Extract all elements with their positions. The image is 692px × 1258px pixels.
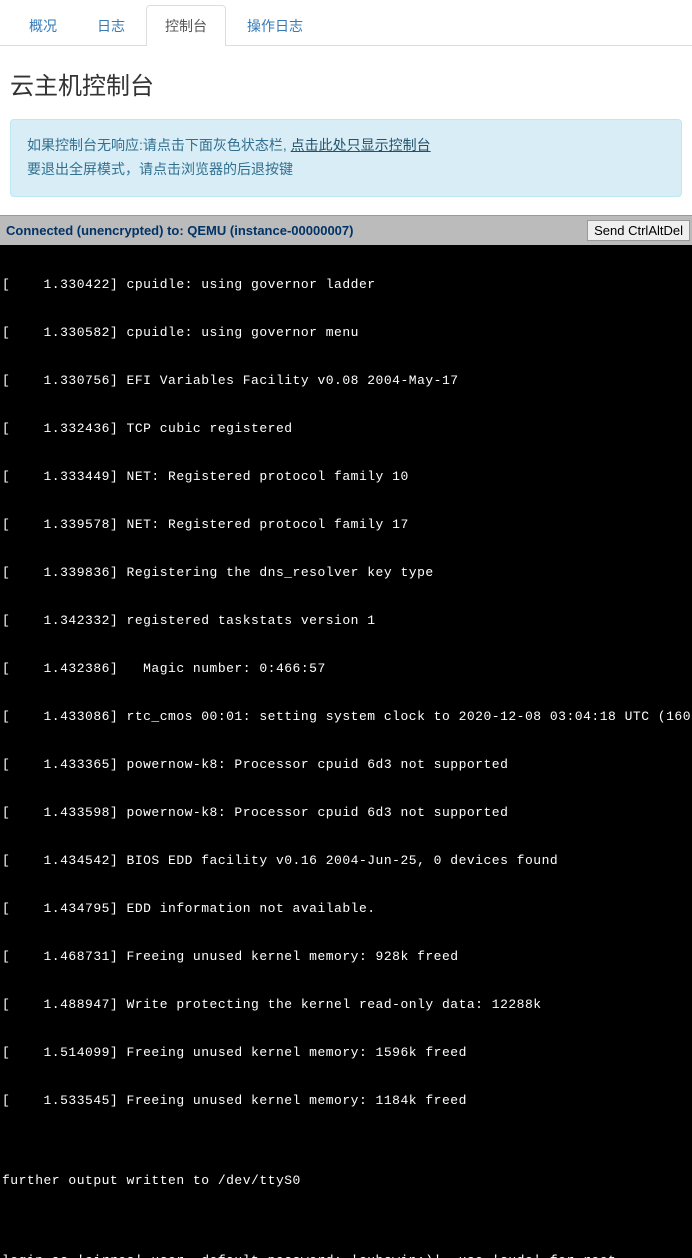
tab-console[interactable]: 控制台 — [146, 5, 226, 46]
terminal-line: [ 1.339578] NET: Registered protocol fam… — [0, 517, 692, 533]
terminal-line: [ 1.330756] EFI Variables Facility v0.08… — [0, 373, 692, 389]
terminal-line: [ 1.468731] Freeing unused kernel memory… — [0, 949, 692, 965]
terminal-line: [ 1.332436] TCP cubic registered — [0, 421, 692, 437]
send-ctrl-alt-del-button[interactable]: Send CtrlAltDel — [587, 220, 690, 241]
vnc-terminal[interactable]: [ 1.330422] cpuidle: using governor ladd… — [0, 245, 692, 1258]
terminal-line: [ 1.339836] Registering the dns_resolver… — [0, 565, 692, 581]
terminal-line: [ 1.330582] cpuidle: using governor menu — [0, 325, 692, 341]
info-alert: 如果控制台无响应:请点击下面灰色状态栏, 点击此处只显示控制台 要退出全屏模式，… — [10, 119, 682, 197]
terminal-line: [ 1.433365] powernow-k8: Processor cpuid… — [0, 757, 692, 773]
terminal-line: [ 1.488947] Write protecting the kernel … — [0, 997, 692, 1013]
terminal-line: [ 1.434542] BIOS EDD facility v0.16 2004… — [0, 853, 692, 869]
tab-action-log[interactable]: 操作日志 — [228, 5, 322, 46]
terminal-line: [ 1.342332] registered taskstats version… — [0, 613, 692, 629]
show-only-console-link[interactable]: 点击此处只显示控制台 — [291, 137, 431, 153]
terminal-line: [ 1.333449] NET: Registered protocol fam… — [0, 469, 692, 485]
terminal-line: [ 1.433086] rtc_cmos 00:01: setting syst… — [0, 709, 692, 725]
vnc-status-bar[interactable]: Connected (unencrypted) to: QEMU (instan… — [0, 215, 692, 245]
terminal-line: [ 1.434795] EDD information not availabl… — [0, 901, 692, 917]
tab-bar: 概况 日志 控制台 操作日志 — [0, 0, 692, 46]
page-title: 云主机控制台 — [10, 66, 682, 101]
tab-logs[interactable]: 日志 — [78, 5, 144, 46]
terminal-line: [ 1.533545] Freeing unused kernel memory… — [0, 1093, 692, 1109]
alert-text-2: 要退出全屏模式，请点击浏览器的后退按键 — [27, 161, 293, 177]
terminal-line: [ 1.514099] Freeing unused kernel memory… — [0, 1045, 692, 1061]
vnc-status-text: Connected (unencrypted) to: QEMU (instan… — [6, 223, 587, 238]
alert-text-1: 如果控制台无响应:请点击下面灰色状态栏, — [27, 137, 291, 153]
terminal-line: [ 1.433598] powernow-k8: Processor cpuid… — [0, 805, 692, 821]
terminal-line: [ 1.432386] Magic number: 0:466:57 — [0, 661, 692, 677]
tab-overview[interactable]: 概况 — [10, 5, 76, 46]
terminal-line: login as 'cirros' user. default password… — [0, 1253, 692, 1258]
terminal-line: further output written to /dev/ttyS0 — [0, 1173, 692, 1189]
terminal-line: [ 1.330422] cpuidle: using governor ladd… — [0, 277, 692, 293]
